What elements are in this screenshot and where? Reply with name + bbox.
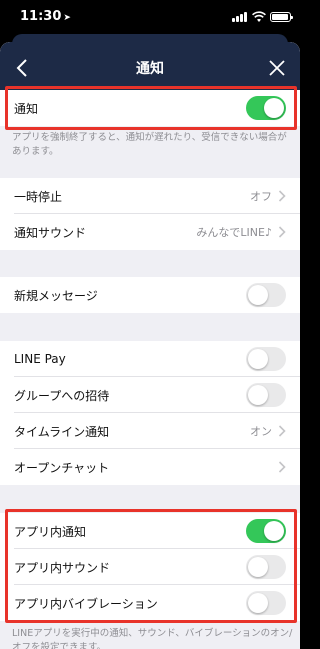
- wifi-icon: [252, 11, 266, 22]
- chevron-right-icon: [278, 226, 286, 238]
- in-app-note: LINEアプリを実行中の通知、サウンド、バイブレーションのオン/オフを設定できま…: [12, 628, 293, 649]
- in-app-vibration-label: アプリ内バイブレーション: [14, 596, 158, 611]
- line-pay-toggle[interactable]: [246, 347, 286, 371]
- toggle-knob: [248, 593, 268, 613]
- toggle-knob: [248, 385, 268, 405]
- notification-row: 通知: [0, 90, 300, 126]
- clock: 11:30 ➤: [20, 9, 71, 24]
- toggle-knob: [248, 349, 268, 369]
- in-app-notification-label: アプリ内通知: [14, 524, 87, 539]
- toggle-knob: [248, 557, 268, 577]
- location-arrow-icon: ➤: [63, 13, 71, 23]
- in-app-sound-row: アプリ内サウンド: [0, 549, 300, 585]
- notification-sound-label: 通知サウンド: [14, 225, 87, 240]
- in-app-sound-label: アプリ内サウンド: [14, 560, 111, 575]
- chevron-right-icon: [278, 190, 286, 202]
- close-icon[interactable]: [264, 55, 290, 81]
- timeline-label: タイムライン通知: [14, 424, 110, 439]
- timeline-row[interactable]: タイムライン通知 オン: [0, 413, 300, 449]
- pause-row[interactable]: 一時停止 オフ: [0, 178, 300, 214]
- notification-sound-row[interactable]: 通知サウンド みんなでLINE♪: [0, 214, 300, 250]
- notification-toggle[interactable]: [246, 96, 286, 120]
- line-pay-label: LINE Pay: [14, 352, 66, 366]
- toggle-knob: [264, 98, 284, 118]
- group-invite-label: グループへの招待: [14, 388, 110, 403]
- group-invite-row: グループへの招待: [0, 377, 300, 413]
- battery-icon: [270, 12, 293, 22]
- open-chat-label: オープンチャット: [14, 460, 110, 475]
- in-app-notification-toggle[interactable]: [246, 519, 286, 543]
- chevron-right-icon: [278, 461, 286, 473]
- pause-label: 一時停止: [14, 189, 63, 204]
- notification-label: 通知: [14, 101, 39, 116]
- new-message-toggle[interactable]: [246, 283, 286, 307]
- in-app-sound-toggle[interactable]: [246, 555, 286, 579]
- notification-note: アプリを強制終了すると、通知が遅れたり、受信できない場合があります。: [12, 132, 287, 157]
- nav-bar: 通知: [0, 42, 300, 94]
- in-app-notification-row: アプリ内通知: [0, 513, 300, 549]
- new-message-row: 新規メッセージ: [0, 277, 300, 313]
- pause-value: オフ: [250, 190, 272, 203]
- line-pay-row: LINE Pay: [0, 341, 300, 377]
- in-app-vibration-row: アプリ内バイブレーション: [0, 585, 300, 621]
- toggle-knob: [248, 285, 268, 305]
- toggle-knob: [264, 521, 284, 541]
- open-chat-row[interactable]: オープンチャット: [0, 449, 300, 485]
- notification-sound-value: みんなでLINE♪: [196, 226, 272, 239]
- new-message-label: 新規メッセージ: [14, 288, 98, 303]
- chevron-right-icon: [278, 425, 286, 437]
- group-invite-toggle[interactable]: [246, 383, 286, 407]
- signal-icon: [232, 12, 248, 22]
- in-app-vibration-toggle[interactable]: [246, 591, 286, 615]
- status-bar: 11:30 ➤: [0, 0, 300, 34]
- timeline-value: オン: [250, 425, 272, 438]
- page-title: 通知: [136, 61, 164, 77]
